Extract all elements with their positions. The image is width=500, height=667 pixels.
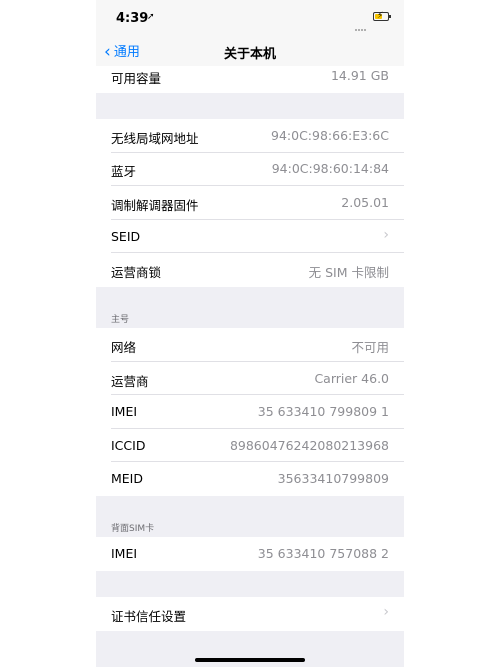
row-value: 无 SIM 卡限制 xyxy=(308,265,389,280)
row-label: 可用容量 xyxy=(111,71,162,86)
row-carrier-lock: 运营商锁 无 SIM 卡限制 xyxy=(96,253,404,287)
page-title: 关于本机 xyxy=(223,47,276,62)
row-label: 调制解调器固件 xyxy=(111,198,199,213)
row-label: IMEI xyxy=(111,404,138,419)
chevron-right-icon: › xyxy=(383,227,389,243)
row-value: 89860476242080213968 xyxy=(229,438,389,453)
chevron-right-icon: › xyxy=(383,604,389,620)
section-header-primary: 主号 xyxy=(111,315,130,325)
row-imei-primary: IMEI 35 633410 799809 1 xyxy=(96,395,404,429)
navigation-bar: ‹ 通用 关于本机 xyxy=(96,36,404,66)
row-label: 网络 xyxy=(111,340,137,355)
row-iccid: ICCID 89860476242080213968 xyxy=(96,429,404,462)
row-value: 35 633410 757088 2 xyxy=(257,546,389,561)
row-label: 运营商锁 xyxy=(111,265,162,280)
row-label: 蓝牙 xyxy=(111,164,137,179)
battery-icon: ⚡ xyxy=(373,11,391,21)
row-imei-back: IMEI 35 633410 757088 2 xyxy=(96,537,404,571)
row-value: 35 633410 799809 1 xyxy=(257,404,389,419)
row-value: 94:0C:98:60:14:84 xyxy=(271,161,389,176)
phone-screen: 4:39 ➚ ⚡ ‹ 通用 关于本机 可用容量 14.91 GB 无线局域网地址 … xyxy=(96,0,404,667)
status-bar: 4:39 ➚ ⚡ xyxy=(96,0,404,36)
row-certificate-trust[interactable]: 证书信任设置 › xyxy=(96,597,404,631)
row-wifi-address: 无线局域网地址 94:0C:98:66:E3:6C xyxy=(96,119,404,153)
row-label: SEID xyxy=(111,229,141,244)
row-modem-firmware: 调制解调器固件 2.05.01 xyxy=(96,186,404,220)
row-carrier: 运营商 Carrier 46.0 xyxy=(96,362,404,395)
row-label: 无线局域网地址 xyxy=(111,131,199,146)
row-value: 14.91 GB xyxy=(330,68,389,83)
row-label: 运营商 xyxy=(111,374,149,389)
row-network: 网络 不可用 xyxy=(96,328,404,362)
row-label: ICCID xyxy=(111,438,146,453)
row-seid[interactable]: SEID › xyxy=(96,220,404,253)
row-bluetooth: 蓝牙 94:0C:98:60:14:84 xyxy=(96,153,404,186)
row-value: 2.05.01 xyxy=(341,195,389,210)
section-header-back-sim: 背面SIM卡 xyxy=(111,524,155,534)
signal-icon xyxy=(355,16,369,31)
home-indicator[interactable] xyxy=(195,658,305,662)
row-label: IMEI xyxy=(111,546,138,561)
status-time: 4:39 xyxy=(116,11,149,26)
row-label: MEID xyxy=(111,471,143,486)
row-label: 证书信任设置 xyxy=(111,609,187,624)
row-value: 不可用 xyxy=(351,340,389,355)
row-capacity: 可用容量 14.91 GB xyxy=(96,66,404,93)
row-value: 35633410799809 xyxy=(277,471,389,486)
row-meid: MEID 35633410799809 xyxy=(96,462,404,496)
row-value: 94:0C:98:66:E3:6C xyxy=(271,128,389,143)
location-arrow-icon: ➚ xyxy=(147,12,155,22)
row-value: Carrier 46.0 xyxy=(314,371,389,386)
